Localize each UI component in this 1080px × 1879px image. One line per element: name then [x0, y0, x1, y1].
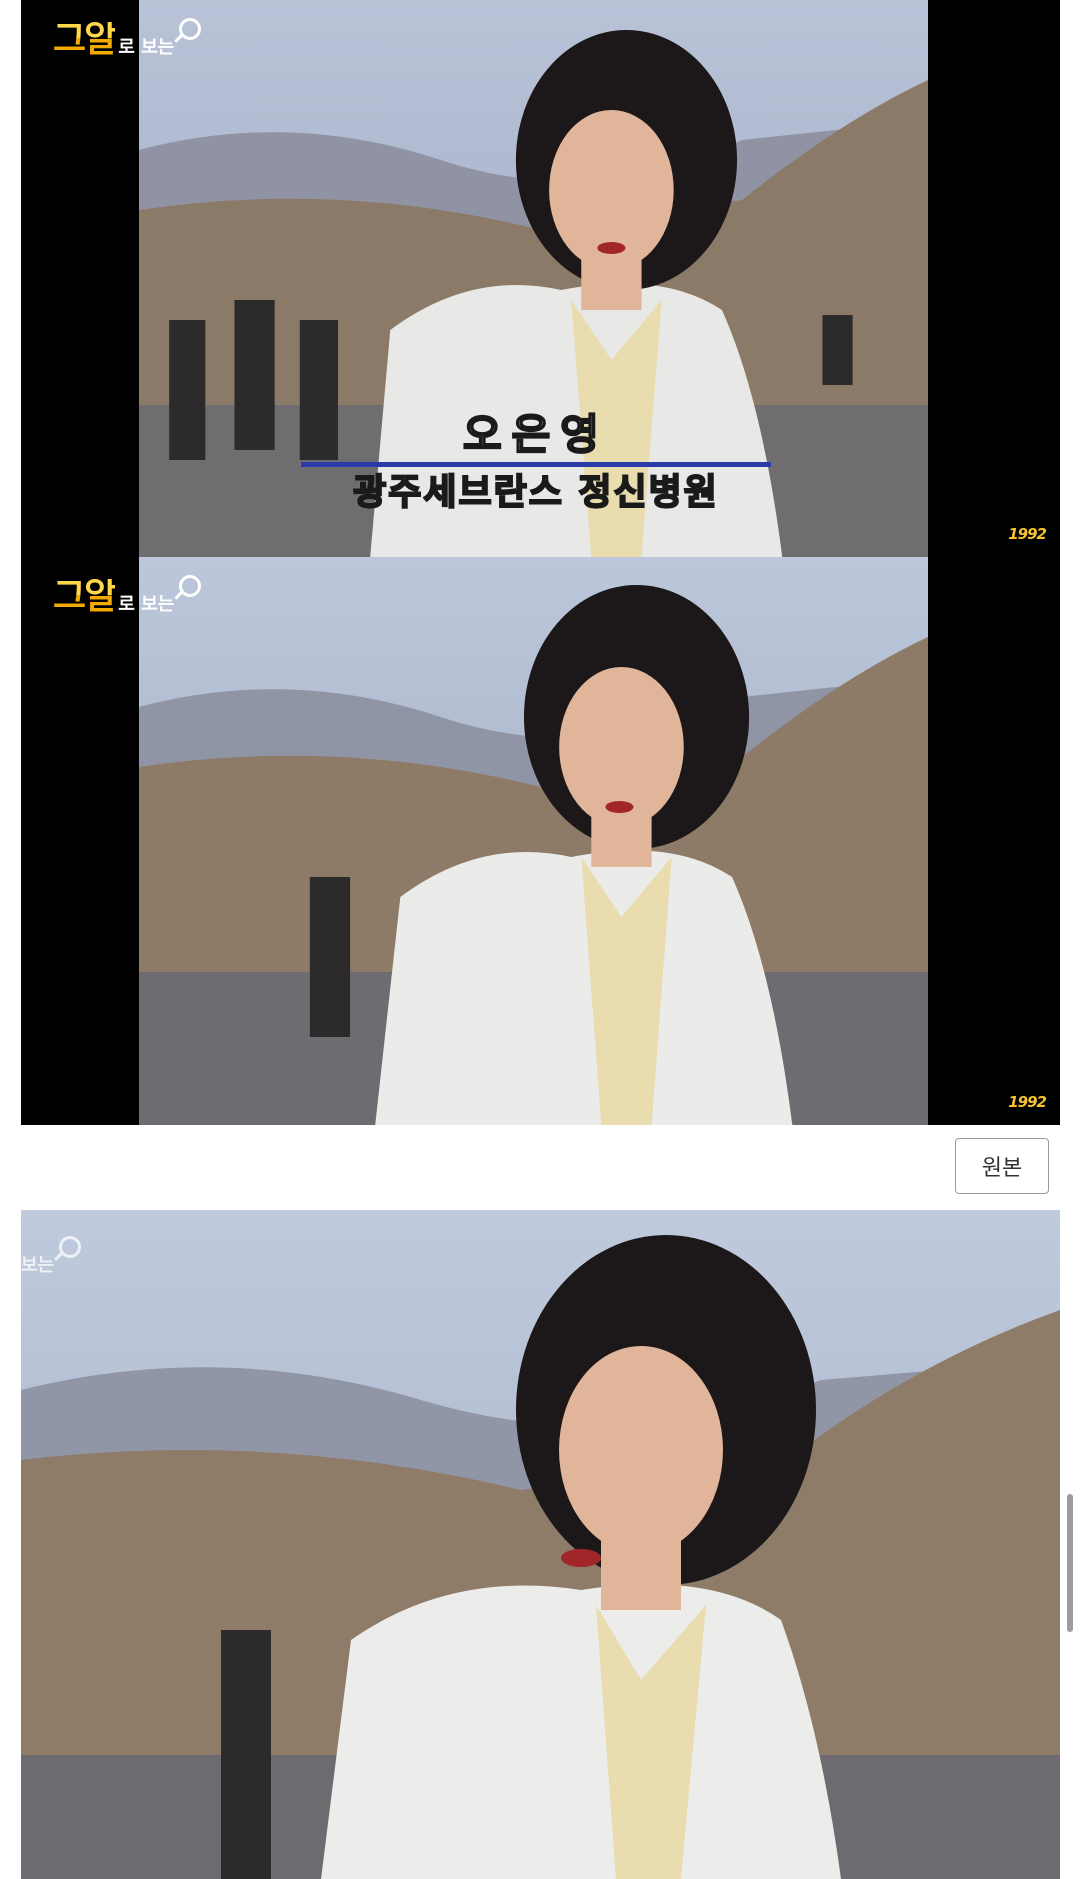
video-frame-3: 보는	[21, 1210, 1060, 1879]
video-frame-1: 그알 로 보는 오은영 광주세브란스 정신병원 1992	[21, 0, 1060, 557]
magnifier-icon	[59, 1236, 82, 1258]
magnifier-icon	[179, 18, 202, 40]
logo-subtitle: 보는	[21, 1255, 55, 1276]
caption-person-name: 오은영	[462, 409, 609, 460]
program-logo: 보는	[21, 1236, 82, 1276]
program-logo: 그알 로 보는	[53, 18, 202, 60]
scene-svg-2	[139, 557, 928, 1125]
logo-title: 그알	[53, 19, 117, 60]
scene-svg-3	[21, 1210, 1060, 1879]
year-watermark: 1992	[1008, 1093, 1047, 1111]
year-watermark: 1992	[1008, 525, 1047, 543]
scene-image-3	[21, 1210, 1060, 1879]
logo-title: 그알	[53, 576, 117, 617]
logo-subtitle: 로 보는	[118, 594, 175, 615]
logo-subtitle: 로 보는	[118, 37, 175, 58]
original-image-button[interactable]: 원본	[955, 1138, 1049, 1194]
caption-organization: 광주세브란스 정신병원	[352, 471, 719, 514]
news-caption: 오은영 광주세브란스 정신병원	[301, 409, 771, 515]
magnifier-icon	[179, 575, 202, 597]
caption-divider	[301, 462, 771, 467]
page-scrollbar[interactable]	[1067, 1494, 1073, 1632]
program-logo: 그알 로 보는	[53, 575, 202, 617]
video-frame-2: 그알 로 보는 1992	[21, 557, 1060, 1125]
scene-image-2	[139, 557, 928, 1125]
